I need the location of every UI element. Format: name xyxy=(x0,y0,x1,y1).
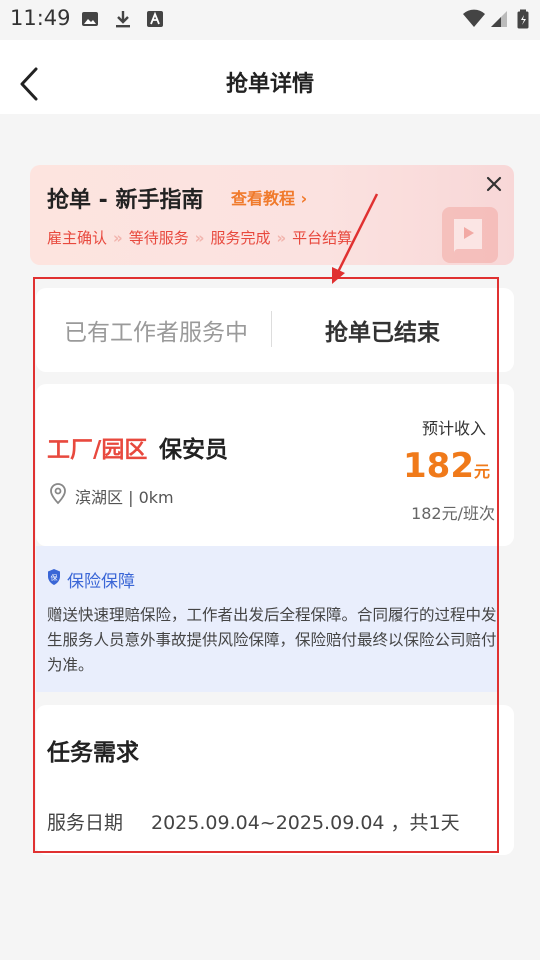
book-icon xyxy=(440,203,500,265)
double-chevron-icon: » xyxy=(276,229,287,247)
signal-icon xyxy=(489,9,509,29)
view-tutorial-label: 查看教程 xyxy=(231,189,296,208)
page-title: 抢单详情 xyxy=(225,72,314,97)
guide-step: 平台结算 xyxy=(292,229,353,247)
wifi-icon xyxy=(462,9,486,29)
chevron-right-icon: › xyxy=(300,189,308,208)
guide-title: 抢单 - 新手指南 xyxy=(47,188,204,213)
guide-step: 雇主确认 xyxy=(47,229,108,247)
status-bar: 11:49 xyxy=(0,0,540,40)
highlight-frame xyxy=(33,277,499,853)
battery-icon xyxy=(516,9,530,29)
double-chevron-icon: » xyxy=(194,229,205,247)
text-a-icon xyxy=(145,9,165,29)
guide-step: 等待服务 xyxy=(128,229,189,247)
view-tutorial-link[interactable]: 查看教程 › xyxy=(231,185,307,209)
guide-banner: 抢单 - 新手指南 查看教程 › 雇主确认 » 等待服务 » 服务完成 » 平台结算 xyxy=(30,165,514,265)
close-icon[interactable] xyxy=(485,175,503,193)
image-icon xyxy=(80,9,100,29)
guide-steps: 雇主确认 » 等待服务 » 服务完成 » 平台结算 xyxy=(47,227,352,248)
download-icon xyxy=(113,9,133,29)
status-time: 11:49 xyxy=(10,6,71,30)
double-chevron-icon: » xyxy=(113,229,123,247)
guide-step: 服务完成 xyxy=(210,229,271,247)
